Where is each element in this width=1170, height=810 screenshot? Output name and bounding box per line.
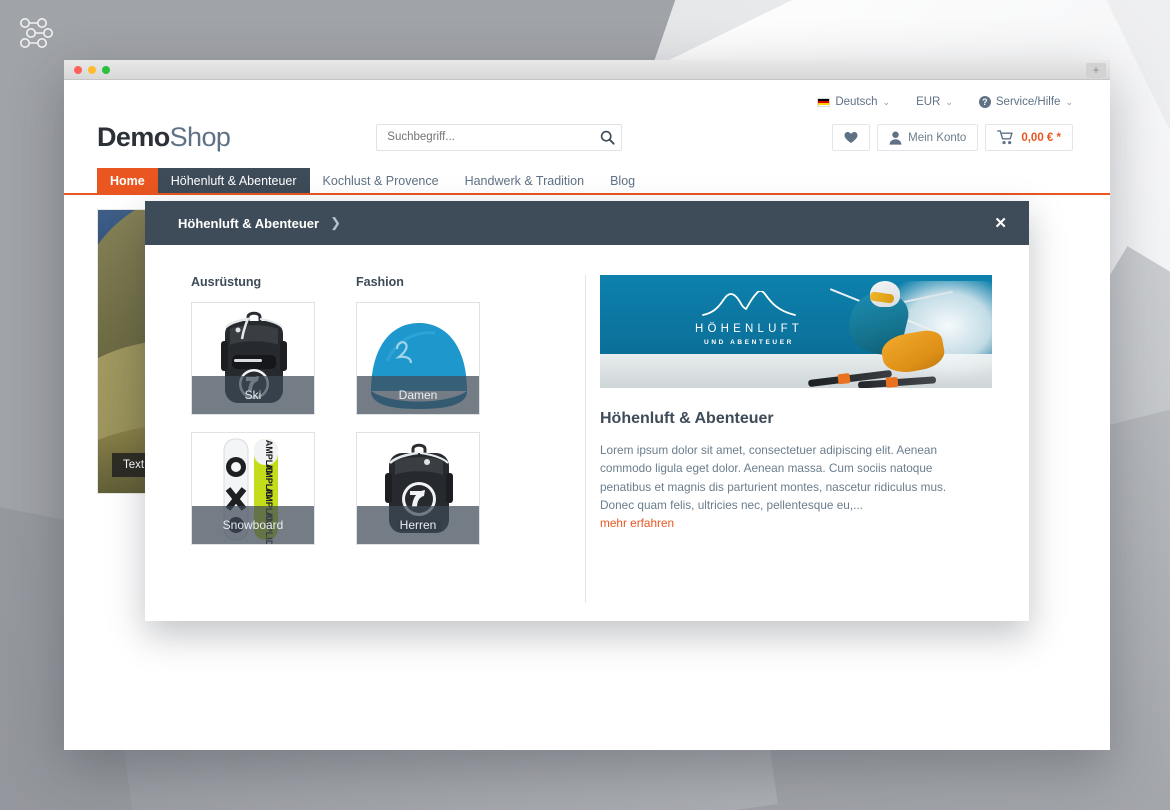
mega-menu-promo: HÖHENLUFT UND ABENTEUER Höhenluft & Aben… xyxy=(586,275,1029,621)
nav-accent-line xyxy=(64,193,1110,195)
node-graph-logo xyxy=(18,16,56,50)
account-label: Mein Konto xyxy=(908,131,967,144)
maximize-window-button[interactable] xyxy=(102,66,110,74)
browser-window: + Deutsch ⌄ EUR ⌄ ? Service/Hilfe ⌄ Demo… xyxy=(64,60,1110,750)
nav-item-home[interactable]: Home xyxy=(97,168,158,195)
currency-label: EUR xyxy=(916,96,941,108)
heart-icon xyxy=(844,131,858,144)
logo-primary: Demo xyxy=(97,122,170,152)
search-input[interactable] xyxy=(376,124,623,151)
service-help-menu[interactable]: ? Service/Hilfe ⌄ xyxy=(978,96,1073,108)
german-flag-icon xyxy=(817,97,831,107)
mountain-icon xyxy=(702,291,796,316)
nav-item-kochlust-provence[interactable]: Kochlust & Provence xyxy=(310,168,452,195)
shop-logo[interactable]: DemoShop xyxy=(97,122,231,153)
language-label: Deutsch xyxy=(835,96,878,108)
service-help-label: Service/Hilfe xyxy=(995,96,1061,108)
mega-menu-body: Ausrüstung Ski AMPLID AMPLID AMPLID Snow… xyxy=(145,245,1029,621)
category-column-title: Ausrüstung xyxy=(191,275,262,289)
close-icon[interactable]: ✕ xyxy=(994,216,1007,231)
chevron-down-icon: ⌄ xyxy=(1065,96,1073,107)
shop-header: DemoShop Suchbegriff... Mein Konto 0,00 … xyxy=(97,108,1077,153)
banner-logo-line2: UND ABENTEUER xyxy=(704,339,794,346)
nav-item-blog[interactable]: Blog xyxy=(597,168,648,195)
skier-illustration xyxy=(796,275,992,388)
minimize-window-button[interactable] xyxy=(88,66,96,74)
nav-item-handwerk-tradition[interactable]: Handwerk & Tradition xyxy=(452,168,598,195)
promo-body-text: Lorem ipsum dolor sit amet, consectetuer… xyxy=(600,441,978,532)
user-icon xyxy=(889,131,902,145)
category-tile-label: Snowboard xyxy=(192,506,314,544)
cart-total: 0,00 € * xyxy=(1021,131,1061,144)
banner-logo-line1: HÖHENLUFT xyxy=(694,323,804,335)
browser-titlebar: + xyxy=(64,60,1110,80)
category-tile-label: Ski xyxy=(192,376,314,414)
promo-heading: Höhenluft & Abenteuer xyxy=(600,410,774,427)
category-tile-label: Damen xyxy=(357,376,479,414)
chevron-down-icon: ⌄ xyxy=(945,96,953,107)
mega-menu-dropdown: Höhenluft & Abenteuer ❯ ✕ Ausrüstung Ski… xyxy=(145,201,1029,621)
category-column-title: Fashion xyxy=(356,275,404,289)
promo-banner-image[interactable]: HÖHENLUFT UND ABENTEUER xyxy=(600,275,992,388)
category-column-fashion: Fashion Damen Herren xyxy=(356,275,480,621)
search-container xyxy=(376,124,623,151)
category-column-ausruestung: Ausrüstung Ski AMPLID AMPLID AMPLID Snow… xyxy=(191,275,315,621)
currency-selector[interactable]: EUR ⌄ xyxy=(916,96,953,108)
search-icon[interactable] xyxy=(593,125,621,150)
chevron-down-icon: ⌄ xyxy=(882,96,891,107)
chevron-right-icon: ❯ xyxy=(330,215,341,230)
account-button[interactable]: Mein Konto xyxy=(877,124,979,151)
mehr-erfahren-link[interactable]: mehr erfahren xyxy=(600,514,674,532)
new-tab-button[interactable]: + xyxy=(1086,63,1106,78)
mega-menu-header: Höhenluft & Abenteuer ❯ ✕ xyxy=(145,201,1029,245)
main-navigation: Home Höhenluft & Abenteuer Kochlust & Pr… xyxy=(64,168,1110,195)
shop-page: Deutsch ⌄ EUR ⌄ ? Service/Hilfe ⌄ DemoSh… xyxy=(64,80,1110,750)
close-window-button[interactable] xyxy=(74,66,82,74)
language-selector[interactable]: Deutsch ⌄ xyxy=(817,96,890,108)
shopping-cart-icon xyxy=(997,130,1015,145)
category-tile-label: Herren xyxy=(357,506,479,544)
cart-button[interactable]: 0,00 € * xyxy=(985,124,1073,151)
hoehenluft-logo: HÖHENLUFT UND ABENTEUER xyxy=(684,291,814,346)
category-tile-damen[interactable]: Damen xyxy=(356,302,480,415)
wishlist-button[interactable] xyxy=(832,124,871,151)
utility-bar: Deutsch ⌄ EUR ⌄ ? Service/Hilfe ⌄ xyxy=(97,80,1077,108)
question-mark-icon: ? xyxy=(978,96,991,108)
promo-body-span: Lorem ipsum dolor sit amet, consectetuer… xyxy=(600,443,947,512)
nav-item-hoehenluft-abenteuer[interactable]: Höhenluft & Abenteuer xyxy=(157,168,310,195)
header-actions: Mein Konto 0,00 € * xyxy=(832,124,1073,151)
breadcrumb[interactable]: Höhenluft & Abenteuer xyxy=(178,216,319,231)
window-controls[interactable] xyxy=(74,66,110,74)
category-tile-ski[interactable]: Ski xyxy=(191,302,315,415)
category-tile-snowboard[interactable]: AMPLID AMPLID AMPLID AMPLID Snowboard xyxy=(191,432,315,545)
category-columns: Ausrüstung Ski AMPLID AMPLID AMPLID Snow… xyxy=(145,275,585,621)
logo-secondary: Shop xyxy=(169,122,231,152)
category-tile-herren[interactable]: Herren xyxy=(356,432,480,545)
